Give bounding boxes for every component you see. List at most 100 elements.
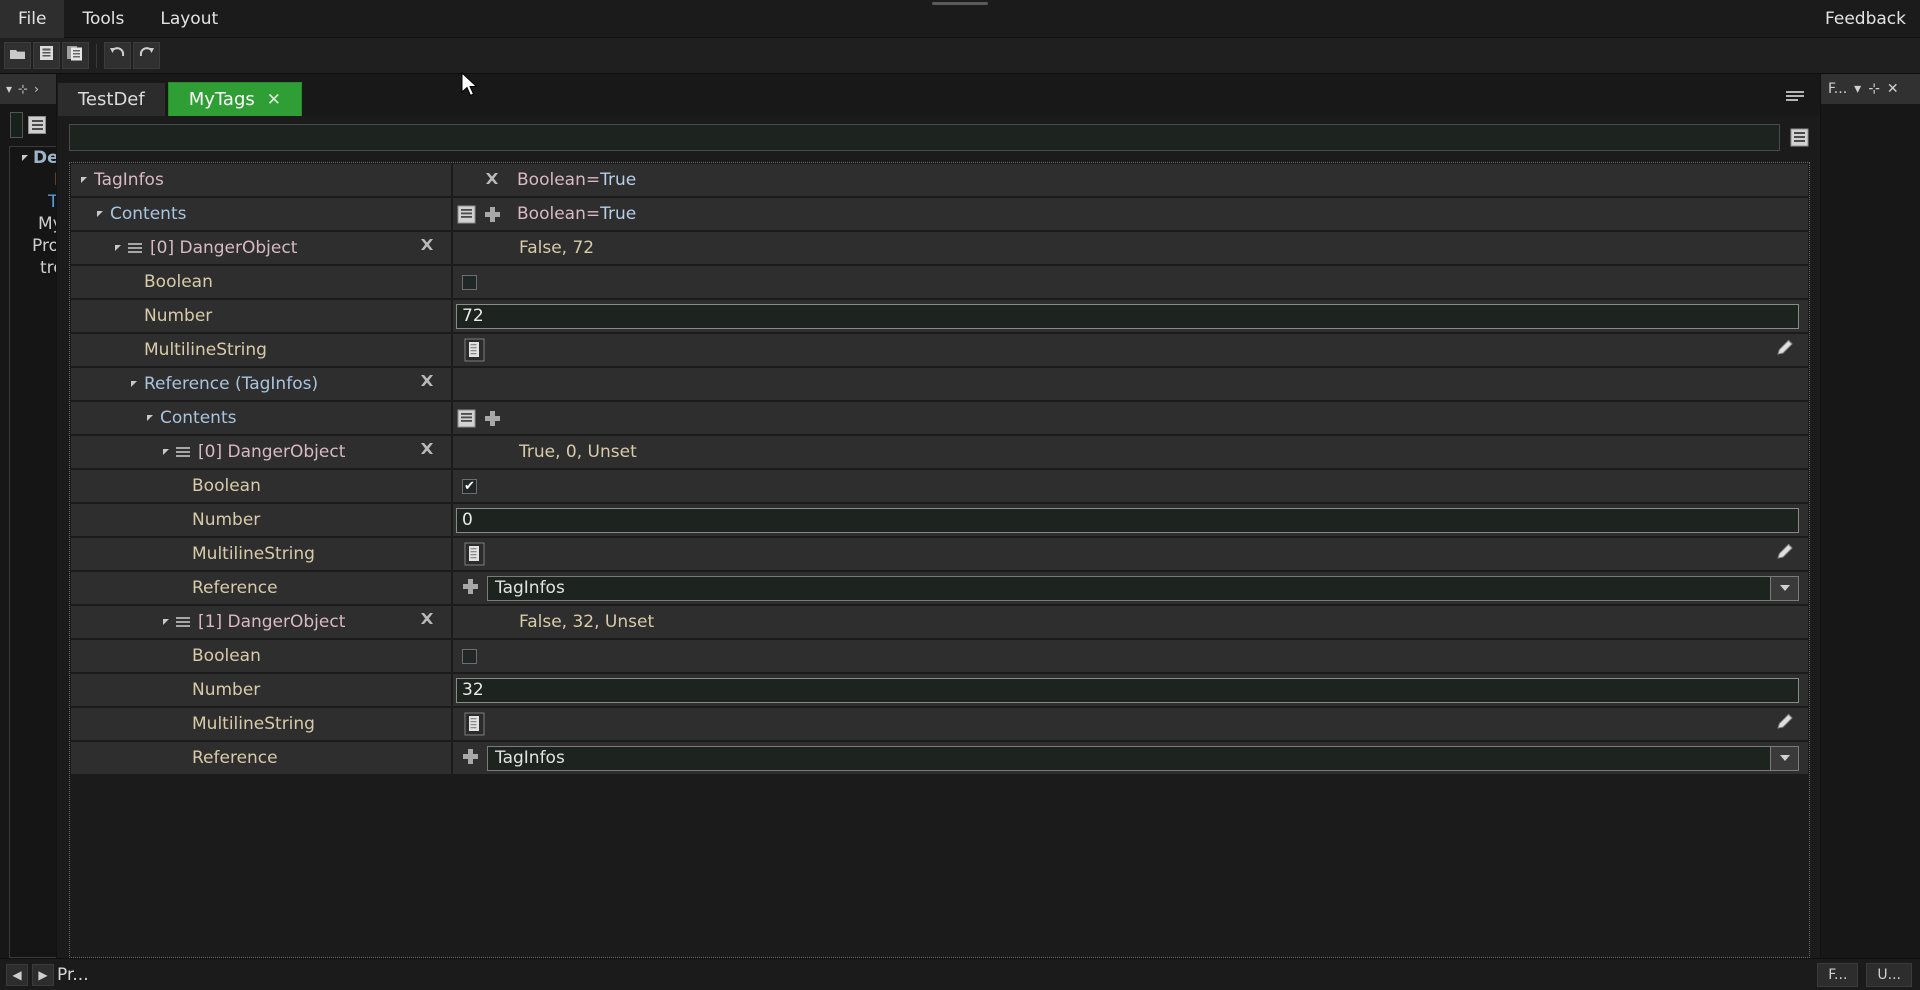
window-drag-handle[interactable] <box>932 2 988 5</box>
close-icon[interactable]: ✕ <box>1887 81 1899 97</box>
color-swatch[interactable] <box>10 112 23 138</box>
definition-tree[interactable]: De D T My Pro tre <box>9 146 56 958</box>
tab-testdef[interactable]: TestDef <box>57 82 166 116</box>
multiline-string-field[interactable] <box>453 338 1808 363</box>
property-row[interactable]: Number <box>71 504 1808 536</box>
search-input[interactable] <box>69 124 1780 151</box>
property-value-cell[interactable] <box>453 674 1808 706</box>
property-value-cell[interactable] <box>453 300 1808 332</box>
property-row[interactable]: MultilineString <box>71 708 1808 740</box>
property-row[interactable]: [0] DangerObject True, 0, Unset <box>71 436 1808 468</box>
property-name-cell[interactable]: Boolean <box>71 640 451 672</box>
property-row[interactable]: [0] DangerObject False, 72 <box>71 232 1808 264</box>
boolean-checkbox[interactable] <box>462 648 477 664</box>
add-plus-icon[interactable] <box>453 746 487 770</box>
tree-item-tre[interactable]: tre <box>10 257 56 279</box>
pencil-edit-icon[interactable] <box>1775 712 1795 737</box>
property-value-cell[interactable] <box>453 334 1808 366</box>
expander-triangle-icon[interactable] <box>97 211 103 217</box>
property-value-cell[interactable]: True, 0, Unset <box>453 436 1808 468</box>
document-icon[interactable] <box>464 338 486 362</box>
boolean-checkbox[interactable] <box>462 274 477 290</box>
undo-button[interactable] <box>104 42 131 69</box>
property-value-cell[interactable]: TagInfos <box>453 572 1808 604</box>
pencil-edit-icon[interactable] <box>1775 542 1795 567</box>
property-name-cell[interactable]: Number <box>71 300 451 332</box>
number-input[interactable] <box>456 677 1799 703</box>
open-button[interactable] <box>4 42 31 69</box>
property-name-cell[interactable]: Contents <box>71 402 451 434</box>
status-tag-f[interactable]: F... <box>1817 962 1859 987</box>
menu-tools[interactable]: Tools <box>64 0 142 38</box>
document-icon[interactable] <box>464 542 486 566</box>
list-icon[interactable] <box>453 205 479 224</box>
chevron-down-icon[interactable]: ▾ <box>1854 81 1861 97</box>
list-options-icon[interactable] <box>1788 127 1810 149</box>
property-row[interactable]: Boolean <box>71 640 1808 672</box>
number-input[interactable] <box>456 303 1799 329</box>
property-value-cell[interactable]: False, 72 <box>453 232 1808 264</box>
delete-x-icon[interactable] <box>419 238 435 258</box>
status-tag-u[interactable]: U... <box>1866 962 1912 987</box>
chevron-right-icon[interactable]: › <box>34 82 39 96</box>
status-project-label[interactable]: Pr... <box>57 965 89 985</box>
tree-item-d[interactable]: D <box>10 169 56 191</box>
delete-x-icon[interactable] <box>419 374 435 394</box>
drag-handle-icon[interactable] <box>128 243 142 253</box>
document-icon[interactable] <box>464 712 486 736</box>
property-value-cell[interactable]: Boolean= True <box>453 164 1808 196</box>
add-plus-icon[interactable] <box>453 576 487 600</box>
property-grid[interactable]: TagInfos Boolean= True Contents Boolean= True… <box>69 162 1810 958</box>
drag-handle-icon[interactable] <box>176 447 190 457</box>
tab-mytags[interactable]: MyTags ✕ <box>167 82 303 116</box>
pin-icon[interactable]: ⊹ <box>1868 81 1880 97</box>
reference-dropdown[interactable]: TagInfos <box>487 745 1799 771</box>
property-name-cell[interactable]: [1] DangerObject <box>71 606 451 638</box>
property-name-cell[interactable]: Boolean <box>71 470 451 502</box>
save-button[interactable] <box>33 42 60 69</box>
property-name-cell[interactable]: [0] DangerObject <box>71 436 451 468</box>
expander-triangle-icon[interactable] <box>115 245 121 251</box>
expander-triangle-icon[interactable] <box>147 415 153 421</box>
delete-x-icon[interactable] <box>479 172 505 188</box>
property-row[interactable]: Boolean <box>71 266 1808 298</box>
chevron-down-icon[interactable]: ▾ <box>6 82 12 96</box>
boolean-checkbox[interactable] <box>462 478 477 494</box>
property-name-cell[interactable]: Number <box>71 504 451 536</box>
add-plus-icon[interactable] <box>479 410 505 427</box>
redo-button[interactable] <box>133 42 160 69</box>
property-value-cell[interactable] <box>453 708 1808 740</box>
property-name-cell[interactable]: Number <box>71 674 451 706</box>
property-row[interactable]: Boolean <box>71 470 1808 502</box>
property-name-cell[interactable]: MultilineString <box>71 538 451 570</box>
close-icon[interactable]: ✕ <box>267 90 281 110</box>
property-row[interactable]: [1] DangerObject False, 32, Unset <box>71 606 1808 638</box>
delete-x-icon[interactable] <box>419 442 435 462</box>
property-name-cell[interactable]: TagInfos <box>71 164 451 196</box>
property-value-cell[interactable] <box>453 368 1808 400</box>
property-row[interactable]: Reference TagInfos <box>71 572 1808 604</box>
property-name-cell[interactable]: Reference <box>71 572 451 604</box>
property-row[interactable]: MultilineString <box>71 334 1808 366</box>
tab-overflow-menu-icon[interactable] <box>1786 88 1806 108</box>
property-name-cell[interactable]: MultilineString <box>71 334 451 366</box>
property-value-cell[interactable]: Boolean= True <box>453 198 1808 230</box>
property-row[interactable]: Number <box>71 674 1808 706</box>
property-row[interactable]: Reference (TagInfos) <box>71 368 1808 400</box>
tree-item-de[interactable]: De <box>10 147 56 169</box>
tree-item-t[interactable]: T <box>10 191 56 213</box>
delete-x-icon[interactable] <box>419 612 435 632</box>
drag-handle-icon[interactable] <box>176 617 190 627</box>
property-name-cell[interactable]: Reference (TagInfos) <box>71 368 451 400</box>
menu-file[interactable]: File <box>0 0 65 38</box>
tree-item-my[interactable]: My <box>10 213 56 235</box>
property-value-cell[interactable] <box>453 266 1808 298</box>
property-value-cell[interactable]: TagInfos <box>453 742 1808 774</box>
property-row[interactable]: MultilineString <box>71 538 1808 570</box>
tree-item-pro[interactable]: Pro <box>10 235 56 257</box>
property-row[interactable]: Number <box>71 300 1808 332</box>
property-row[interactable]: Contents Boolean= True <box>71 198 1808 230</box>
reference-dropdown[interactable]: TagInfos <box>487 575 1799 601</box>
property-name-cell[interactable]: Reference <box>71 742 451 774</box>
nav-back-button[interactable]: ◀ <box>6 963 28 986</box>
